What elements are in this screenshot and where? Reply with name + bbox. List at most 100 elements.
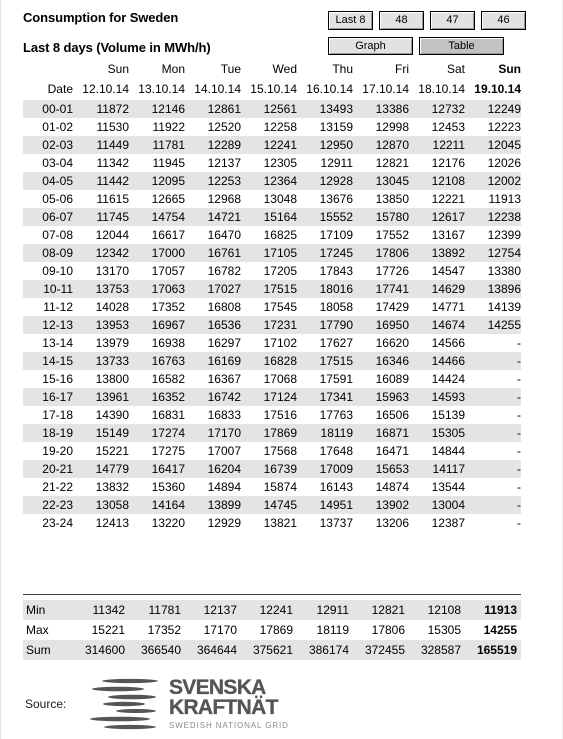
- table-cell: 18119: [320, 426, 353, 440]
- table-cell: 17275: [151, 444, 185, 458]
- table-cell: 17545: [263, 300, 297, 314]
- table-cell: 11442: [96, 174, 129, 188]
- summary-row-label: Min: [26, 603, 46, 617]
- summary-row: Sum 314600 366540 364644 375621 386174 372455 3…: [23, 640, 521, 660]
- table-row: 11-12 14028 17352 16808 17545 18058 17429 14771…: [23, 298, 521, 316]
- table-cell: 12929: [207, 516, 241, 530]
- table-cell: 17790: [319, 318, 353, 332]
- table-cell: 17726: [375, 264, 409, 278]
- table-cell: 17341: [319, 390, 353, 404]
- table-cell: 11342: [96, 156, 129, 170]
- table-cell: 16536: [207, 318, 241, 332]
- table-cell: 15874: [263, 480, 297, 494]
- table-cell: 13979: [95, 336, 129, 350]
- table-cell: 13206: [375, 516, 409, 530]
- table-cell: 17068: [263, 372, 297, 386]
- table-cell: 14844: [431, 444, 465, 458]
- table-cell: 12453: [431, 120, 465, 134]
- table-cell: 12520: [207, 120, 241, 134]
- table-cell: 14255: [487, 318, 521, 332]
- table-cell: 13953: [95, 318, 129, 332]
- table-cell: -: [517, 462, 521, 476]
- row-hour-label: 11-12: [43, 300, 73, 314]
- table-cell: 13167: [431, 228, 465, 242]
- table-cell: 16470: [207, 228, 241, 242]
- summary-cell: 375621: [252, 643, 293, 657]
- date-header-6: 18.10.14: [418, 82, 465, 96]
- table-cell: 12211: [432, 138, 465, 152]
- table-cell: 12095: [151, 174, 185, 188]
- table-cell: -: [517, 336, 521, 350]
- table-body: 00-01 11872 12146 12861 12561 13493 13386 12732…: [23, 100, 521, 532]
- table-cell: 11745: [96, 210, 129, 224]
- table-cell: 11530: [96, 120, 129, 134]
- table-cell: 15780: [375, 210, 409, 224]
- table-cell: 13048: [263, 192, 297, 206]
- week-button-47[interactable]: 47: [430, 11, 475, 30]
- table-cell: 12911: [320, 156, 353, 170]
- summary-cell: 12108: [427, 603, 461, 617]
- table-cell: 12305: [263, 156, 297, 170]
- table-row: 21-22 13832 15360 14894 15874 16143 14874 13544…: [23, 478, 521, 496]
- table-cell: 12253: [207, 174, 241, 188]
- table-cell: 16620: [375, 336, 409, 350]
- weekday-header-2: Tue: [220, 62, 241, 76]
- table-cell: 12045: [487, 138, 521, 152]
- table-cell: 14547: [431, 264, 465, 278]
- table-cell: 13380: [487, 264, 521, 278]
- table-cell: 16808: [207, 300, 241, 314]
- table-cell: 12928: [319, 174, 353, 188]
- table-cell: 12968: [207, 192, 241, 206]
- row-hour-label: 12-13: [42, 318, 73, 332]
- table-cell: 12108: [431, 174, 465, 188]
- summary-cell: 12241: [259, 603, 293, 617]
- table-cell: 13045: [375, 174, 409, 188]
- row-hour-label: 23-24: [42, 516, 73, 530]
- table-cell: 16950: [375, 318, 409, 332]
- table-cell: 16417: [151, 462, 185, 476]
- page-footer: Source: SVENSKA KRAFTNÄT SWEDISH NATIONA…: [1, 672, 563, 739]
- table-cell: 17027: [207, 282, 241, 296]
- row-hour-label: 07-08: [42, 228, 73, 242]
- table-cell: 13899: [207, 498, 241, 512]
- table-cell: 12870: [375, 138, 409, 152]
- table-cell: 16833: [207, 408, 241, 422]
- table-cell: 17806: [375, 246, 409, 260]
- summary-cell: 17869: [259, 623, 293, 637]
- week-button-46[interactable]: 46: [481, 11, 526, 30]
- table-row: 23-24 12413 13220 12929 13821 13737 13206 12387…: [23, 514, 521, 532]
- week-button-last8[interactable]: Last 8: [328, 11, 373, 30]
- table-cell: 14028: [95, 300, 129, 314]
- table-cell: 17124: [263, 390, 297, 404]
- summary-row: Min 11342 11781 12137 12241 12911 12821 12108 11…: [23, 600, 521, 620]
- row-hour-label: 20-21: [42, 462, 73, 476]
- table-cell: 12732: [431, 102, 465, 116]
- table-cell: -: [517, 498, 521, 512]
- table-cell: 16828: [263, 354, 297, 368]
- weekday-header-5: Fri: [395, 62, 409, 76]
- table-cell: 16831: [151, 408, 185, 422]
- view-mode-table-button[interactable]: Table: [419, 37, 504, 55]
- table-cell: 14566: [431, 336, 465, 350]
- week-button-48[interactable]: 48: [379, 11, 424, 30]
- summary-cell: 17806: [371, 623, 405, 637]
- table-cell: 13753: [95, 282, 129, 296]
- row-hour-label: 04-05: [42, 174, 73, 188]
- table-cell: 12044: [95, 228, 129, 242]
- row-hour-label: 10-11: [43, 282, 73, 296]
- view-mode-graph-button[interactable]: Graph: [328, 37, 413, 55]
- summary-cell: 17170: [203, 623, 237, 637]
- table-row: 08-09 12342 17000 16761 17105 17245 17806 13892…: [23, 244, 521, 262]
- row-hour-label: 15-16: [42, 372, 73, 386]
- table-cell: 14466: [431, 354, 465, 368]
- table-cell: 12387: [431, 516, 465, 530]
- view-mode-group: Graph Table: [328, 37, 504, 55]
- table-cell: 18016: [319, 282, 353, 296]
- table-row: 03-04 11342 11945 12137 12305 12911 12821 12176…: [23, 154, 521, 172]
- logo-line-1: SVENSKA: [169, 676, 267, 699]
- table-cell: 12026: [487, 156, 521, 170]
- table-cell: 17170: [207, 426, 241, 440]
- table-cell: 17274: [151, 426, 185, 440]
- table-cell: 15221: [95, 444, 129, 458]
- table-cell: 17515: [319, 354, 353, 368]
